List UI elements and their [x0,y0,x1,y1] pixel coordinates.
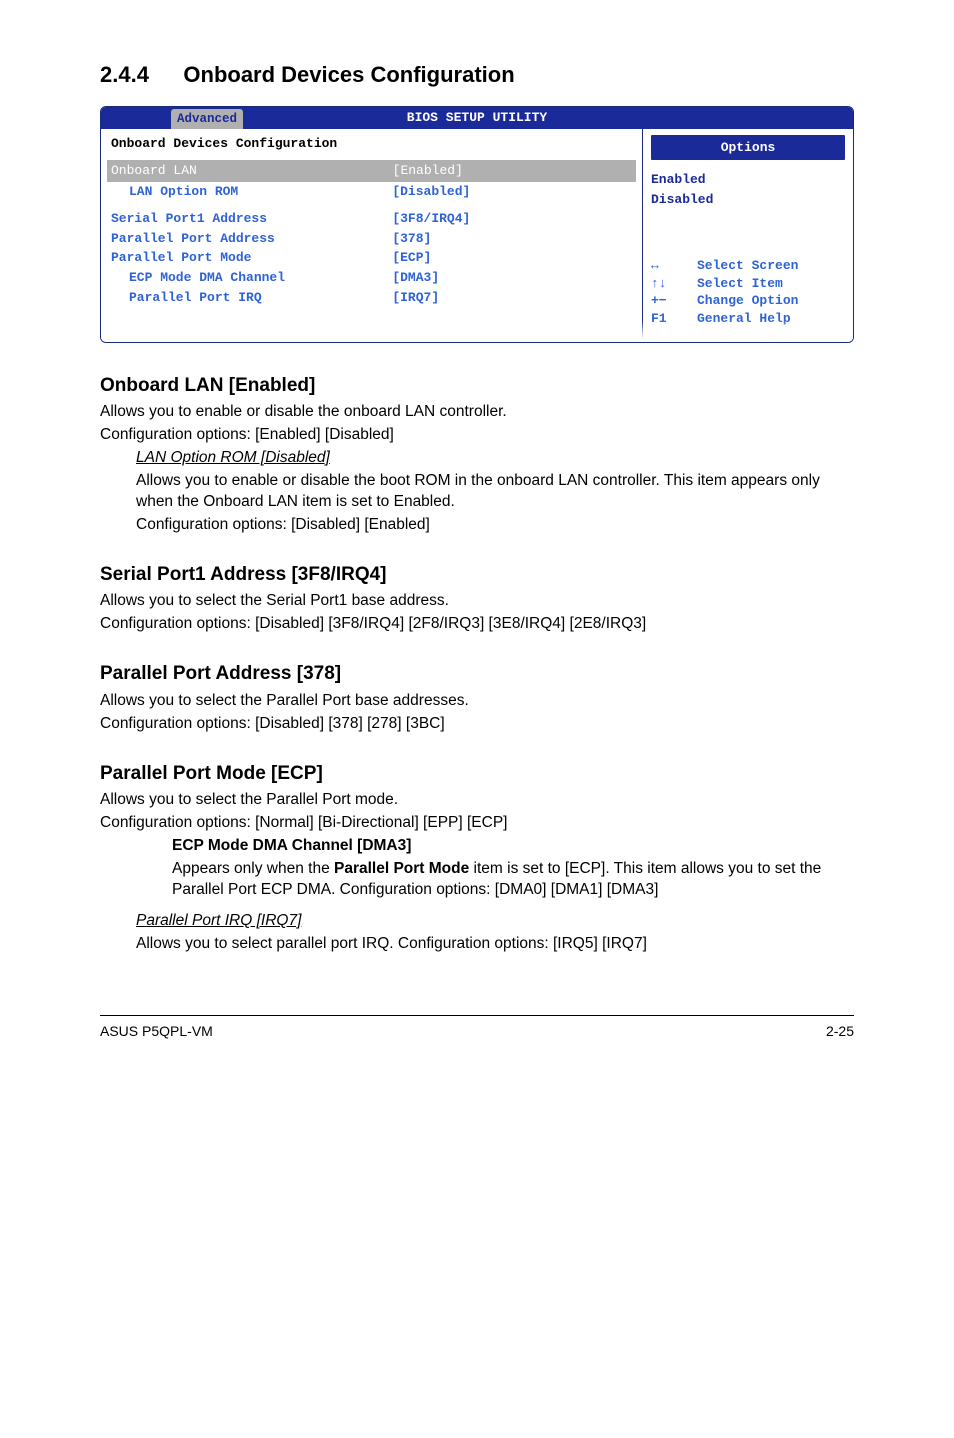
paragraph: Configuration options: [Disabled] [378] … [100,714,854,735]
nav-symbol-f1: F1 [651,310,697,328]
bios-item-serial-port1-address[interactable]: Serial Port1 Address[3F8/IRQ4] [111,209,632,229]
section-title: Onboard Devices Configuration [183,62,514,87]
bios-item-parallel-port-irq[interactable]: Parallel Port IRQ[IRQ7] [111,288,632,308]
bios-left-panel: Onboard Devices Configuration Onboard LA… [101,129,643,342]
bios-nav-help: ↔Select Screen ↑↓Select Item +−Change Op… [651,257,845,327]
bios-item-ecp-mode-dma-channel[interactable]: ECP Mode DMA Channel[DMA3] [111,268,632,288]
bios-right-panel: Options Enabled Disabled ↔Select Screen … [643,129,853,342]
section-number: 2.4.4 [100,62,149,87]
bios-option-disabled[interactable]: Disabled [651,190,845,210]
bios-item-label: Parallel Port Mode [111,249,392,267]
paragraph: Configuration options: [Disabled] [3F8/I… [100,614,854,635]
text-fragment: Appears only when the [172,860,334,877]
page-footer: ASUS P5QPL-VM 2-25 [100,1015,854,1041]
bios-item-value: [Disabled] [392,184,470,199]
paragraph: Configuration options: [Normal] [Bi-Dire… [100,813,854,834]
heading-parallel-port-address: Parallel Port Address [378] [100,661,854,687]
bios-options-title: Options [651,135,845,161]
nav-text: Select Item [697,275,783,293]
bios-item-label: LAN Option ROM [111,183,392,201]
bios-panel-title: Onboard Devices Configuration [111,135,632,153]
section-heading: 2.4.4 Onboard Devices Configuration [100,60,854,90]
bios-item-label: ECP Mode DMA Channel [111,269,392,287]
bios-screenshot: BIOS SETUP UTILITY Advanced Onboard Devi… [100,106,854,343]
bios-item-value: [3F8/IRQ4] [392,211,470,226]
bios-item-value: [378] [392,231,431,246]
bios-item-label: Parallel Port IRQ [111,289,392,307]
bios-item-label: Parallel Port Address [111,230,392,248]
nav-text: Select Screen [697,257,798,275]
subheading-parallel-port-irq: Parallel Port IRQ [IRQ7] [136,912,301,929]
paragraph: Appears only when the Parallel Port Mode… [172,859,854,901]
bios-item-onboard-lan[interactable]: Onboard LAN[Enabled] [107,160,636,182]
paragraph: Allows you to select parallel port IRQ. … [136,934,854,955]
paragraph: Configuration options: [Disabled] [Enabl… [136,515,854,536]
text-fragment-bold: Parallel Port Mode [334,860,469,877]
bios-item-label: Onboard LAN [107,162,393,180]
heading-parallel-port-mode: Parallel Port Mode [ECP] [100,761,854,787]
paragraph: Allows you to enable or disable the onbo… [100,402,854,423]
nav-symbol-updown-icon: ↑↓ [651,275,697,293]
bios-header-title: BIOS SETUP UTILITY [407,110,547,125]
bios-item-value: [ECP] [392,250,431,265]
paragraph: Configuration options: [Enabled] [Disabl… [100,425,854,446]
paragraph: Allows you to select the Parallel Port m… [100,790,854,811]
bios-item-parallel-port-mode[interactable]: Parallel Port Mode[ECP] [111,248,632,268]
bios-item-label: Serial Port1 Address [111,210,392,228]
heading-onboard-lan: Onboard LAN [Enabled] [100,373,854,399]
bios-tab-advanced[interactable]: Advanced [171,109,243,129]
nav-symbol-plusminus-icon: +− [651,292,697,310]
bios-item-parallel-port-address[interactable]: Parallel Port Address[378] [111,229,632,249]
bios-header: BIOS SETUP UTILITY Advanced [101,107,853,129]
footer-page-number: 2-25 [826,1022,854,1041]
bios-item-value: [IRQ7] [392,290,439,305]
paragraph: Allows you to select the Serial Port1 ba… [100,591,854,612]
bios-item-lan-option-rom[interactable]: LAN Option ROM[Disabled] [111,182,632,202]
nav-text: Change Option [697,292,798,310]
bios-item-value: [DMA3] [392,270,439,285]
bios-item-value: [Enabled] [393,163,463,178]
nav-text: General Help [697,310,791,328]
paragraph: Allows you to enable or disable the boot… [136,471,854,513]
nav-symbol-leftright-icon: ↔ [651,257,697,275]
bios-option-enabled[interactable]: Enabled [651,170,845,190]
footer-left: ASUS P5QPL-VM [100,1022,213,1041]
subheading-lan-option-rom: LAN Option ROM [Disabled] [136,449,330,466]
subheading-ecp-mode-dma: ECP Mode DMA Channel [DMA3] [172,837,411,854]
heading-serial-port1-address: Serial Port1 Address [3F8/IRQ4] [100,562,854,588]
paragraph: Allows you to select the Parallel Port b… [100,691,854,712]
